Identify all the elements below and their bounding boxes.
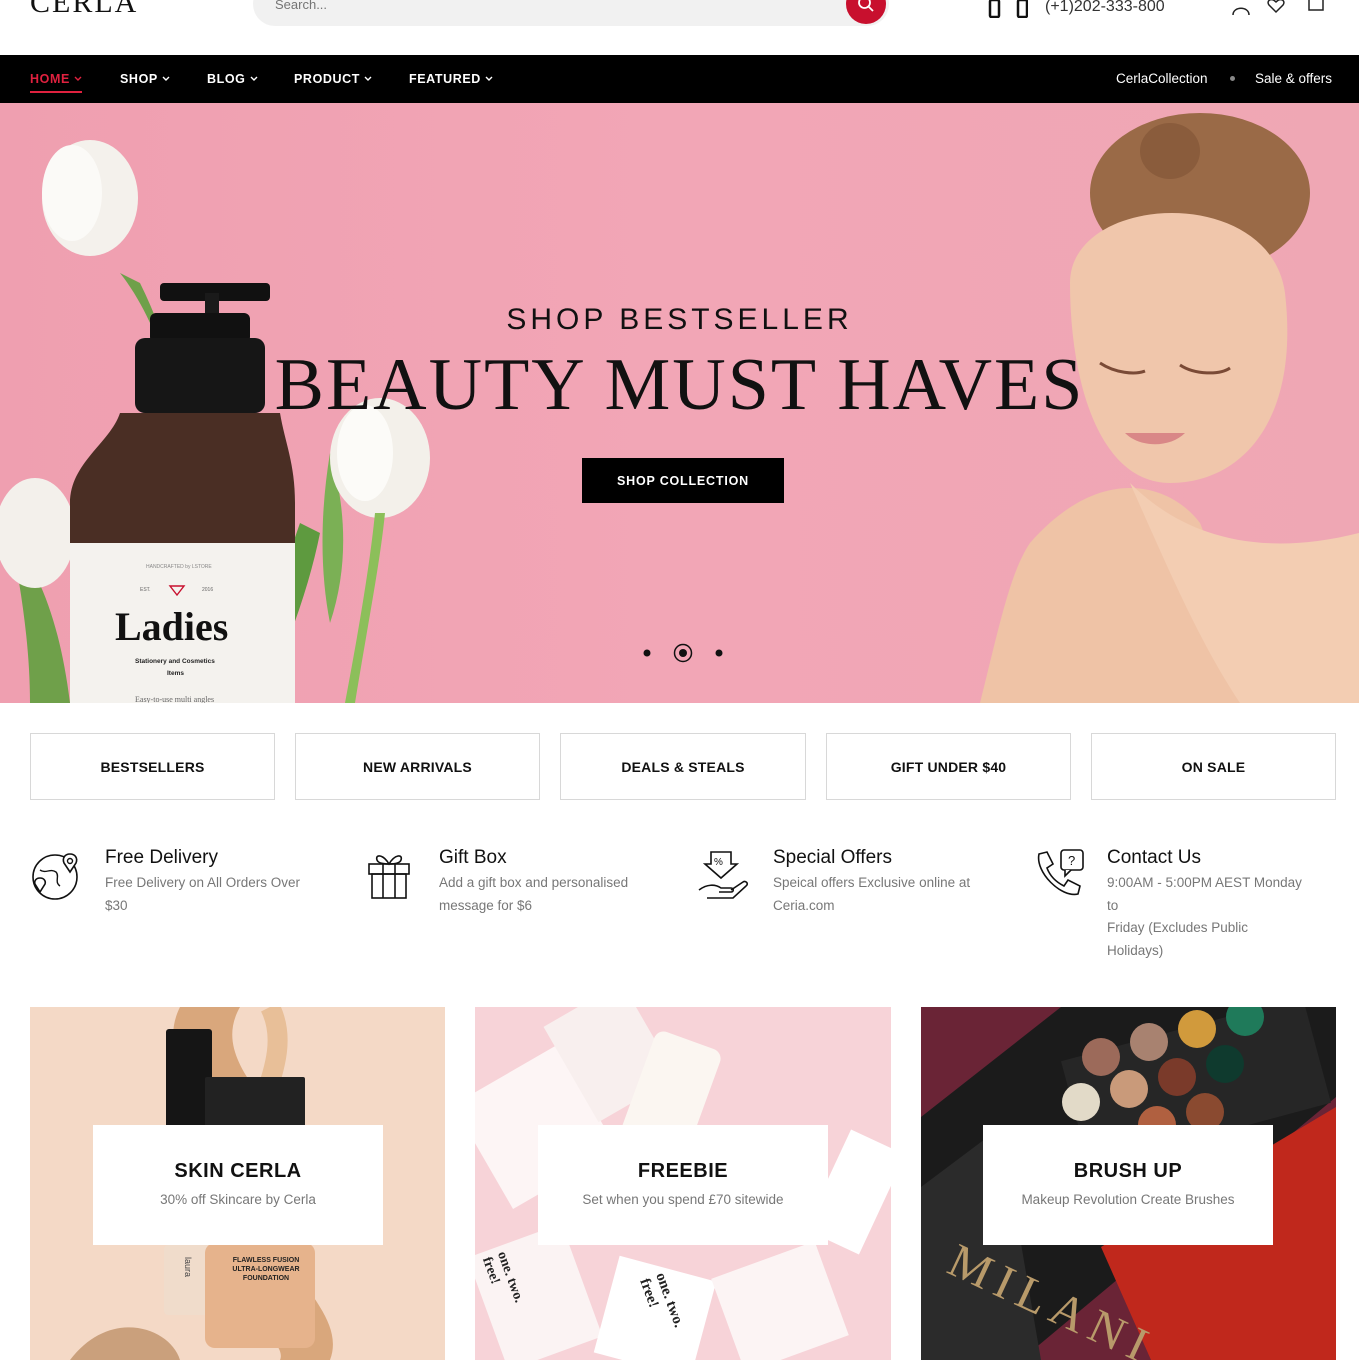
- wishlist-icon[interactable]: [1266, 0, 1286, 16]
- search-bar: [253, 0, 889, 26]
- product-label-text: FLAWLESS FUSION: [232, 1257, 300, 1264]
- bottle-label-brand: Ladies: [115, 604, 229, 649]
- feature-desc-line: 9:00AM - 5:00PM AEST Monday: [1107, 875, 1302, 890]
- feature-desc: Free Delivery on All Orders Over $30: [105, 875, 301, 913]
- feature-title: Special Offers: [773, 847, 892, 868]
- slider-dot[interactable]: [715, 649, 723, 657]
- nav-label: FEATURED: [409, 72, 481, 86]
- chevron-down-icon: [485, 76, 493, 81]
- feature-desc: Add a gift box and personalised message …: [439, 875, 629, 913]
- nav-shop[interactable]: SHOP: [120, 72, 170, 86]
- nav-label: BLOG: [207, 72, 246, 86]
- chevron-down-icon: [364, 76, 372, 81]
- account-icon[interactable]: [1231, 0, 1251, 16]
- feature-title: Gift Box: [439, 847, 507, 868]
- chevron-down-icon: [250, 76, 258, 81]
- gift-box-icon: [368, 855, 410, 899]
- nav-featured[interactable]: FEATURED: [409, 72, 493, 86]
- search-input[interactable]: [273, 0, 813, 16]
- phone-number[interactable]: (+1)202-333-800: [1045, 0, 1165, 16]
- hero-slider: HANDCRAFTED by LSTORE EST. 2016 Ladies S…: [0, 103, 1359, 703]
- bottle-label-line1: Stationery and Cosmetics: [135, 658, 215, 665]
- nav-blog[interactable]: BLOG: [207, 72, 258, 86]
- promo-skin-cerla[interactable]: laura FLAWLESS FUSION ULTRA-LONGWEAR FOU…: [30, 1007, 445, 1360]
- category-gift-under-40[interactable]: GIFT UNDER $40: [826, 733, 1071, 800]
- bottle-label-est: EST.: [140, 587, 151, 593]
- nav-label: PRODUCT: [294, 72, 361, 86]
- slider-dot[interactable]: [643, 649, 651, 657]
- promo-card: BRUSH UP Makeup Revolution Create Brushe…: [983, 1125, 1273, 1245]
- slider-dots: [643, 643, 723, 663]
- promo-subtitle: Set when you spend £70 sitewide: [582, 1192, 784, 1207]
- promo-freebie[interactable]: one. two. free! one. two. free! FREEBIE …: [475, 1007, 891, 1360]
- product-label-text: FOUNDATION: [242, 1275, 290, 1282]
- nav-label: HOME: [30, 72, 70, 86]
- top-header: CERLA (+1)202-333-800: [0, 0, 1359, 55]
- nav-home[interactable]: HOME: [30, 72, 82, 93]
- bottle-label-bottom: Easy-to-use multi angles: [135, 695, 215, 703]
- nav-product[interactable]: PRODUCT: [294, 72, 372, 86]
- nav-label: SHOP: [120, 72, 158, 86]
- feature-desc-line: to: [1107, 897, 1119, 913]
- svg-text:?: ?: [1068, 853, 1075, 868]
- hero-pretitle: SHOP BESTSELLER: [506, 303, 853, 336]
- feature-desc-line: Friday (Excludes Public: [1107, 920, 1249, 935]
- category-new-arrivals[interactable]: NEW ARRIVALS: [295, 733, 540, 800]
- product-label-text: ULTRA-LONGWEAR: [232, 1266, 300, 1273]
- promo-subtitle: Makeup Revolution Create Brushes: [1021, 1192, 1235, 1207]
- chevron-down-icon: [74, 76, 82, 81]
- promo-brush-up[interactable]: MILANI BRUSH UP Makeup Revolution Create…: [921, 1007, 1336, 1360]
- feature-desc: Speical offers Exclusive online at Ceria…: [773, 875, 971, 913]
- promo-card: FREEBIE Set when you spend £70 sitewide: [538, 1125, 828, 1245]
- discount-hand-icon: %: [698, 851, 749, 899]
- cart-icon[interactable]: [1306, 0, 1326, 16]
- phone-icon: [988, 0, 1028, 18]
- feature-desc-line: Holidays): [1107, 942, 1164, 958]
- chevron-down-icon: [162, 76, 170, 81]
- promo-title: FREEBIE: [637, 1160, 729, 1182]
- category-on-sale[interactable]: ON SALE: [1091, 733, 1336, 800]
- bottle-label-line2: Items: [167, 670, 184, 677]
- promo-subtitle: 30% off Skincare by Cerla: [160, 1192, 316, 1207]
- nav-separator-dot: [1230, 76, 1235, 81]
- nav-cerla-collection[interactable]: CerlaCollection: [1116, 71, 1208, 86]
- hero-title: BEAUTY MUST HAVES: [274, 344, 1085, 426]
- bottle-label-year: 2016: [202, 587, 214, 593]
- promo-card: SKIN CERLA 30% off Skincare by Cerla: [93, 1125, 383, 1245]
- shop-collection-button[interactable]: SHOP COLLECTION: [582, 458, 784, 503]
- main-nav: HOME SHOP BLOG PRODUCT FEATURED CerlaCol…: [0, 55, 1359, 103]
- feature-title: Contact Us: [1107, 847, 1201, 868]
- promo-title: BRUSH UP: [1073, 1160, 1183, 1182]
- product-brand-text: laura: [183, 1256, 194, 1278]
- globe-location-icon: [32, 853, 78, 900]
- nav-sale-offers[interactable]: Sale & offers: [1255, 71, 1332, 86]
- bottle-label-small: HANDCRAFTED by LSTORE: [146, 564, 212, 570]
- category-bestsellers[interactable]: BESTSELLERS: [30, 733, 275, 800]
- diamond-icon: [168, 585, 186, 596]
- feature-title: Free Delivery: [105, 847, 218, 868]
- search-icon: [858, 0, 874, 12]
- phone-question-icon: ?: [1037, 849, 1084, 896]
- logo[interactable]: CERLA: [30, 0, 138, 20]
- search-button[interactable]: [846, 0, 886, 24]
- category-deals-steals[interactable]: DEALS & STEALS: [560, 733, 806, 800]
- promo-title: SKIN CERLA: [174, 1160, 302, 1182]
- svg-text:%: %: [714, 857, 723, 868]
